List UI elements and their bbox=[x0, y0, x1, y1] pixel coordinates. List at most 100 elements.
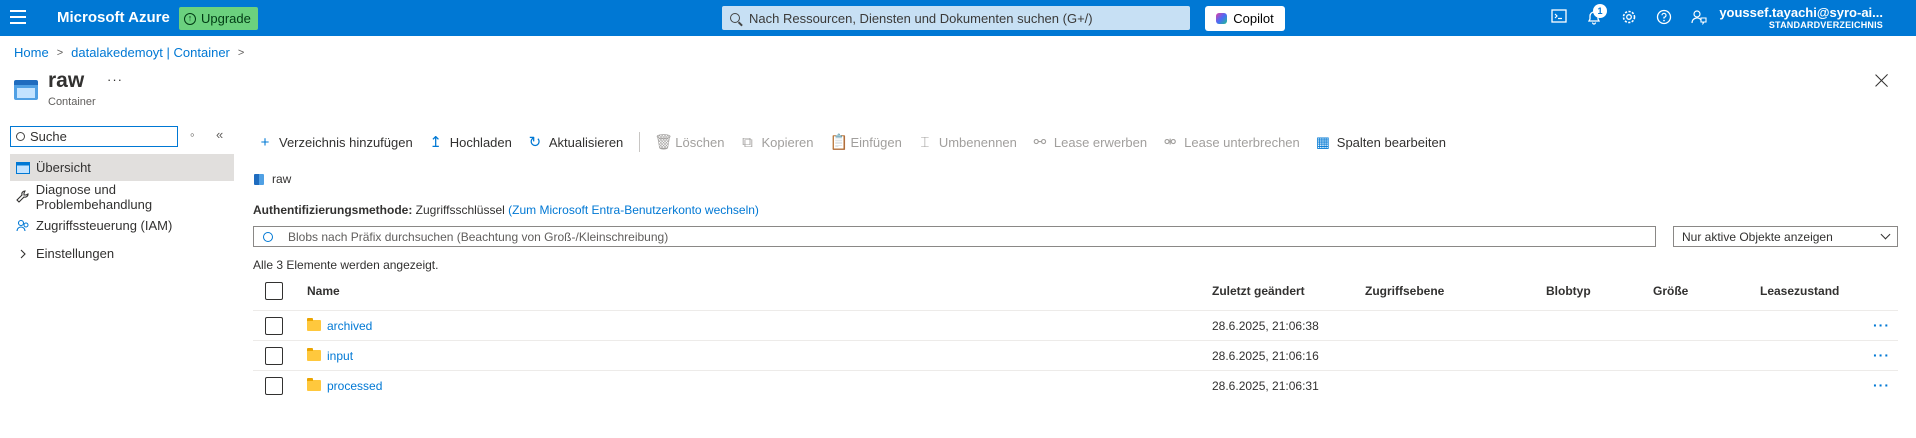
refresh-button[interactable]: ↻ Aktualisieren bbox=[528, 133, 624, 151]
folder-link[interactable]: archived bbox=[327, 319, 372, 333]
add-directory-label: Verzeichnis hinzufügen bbox=[279, 134, 413, 150]
container-path: raw bbox=[254, 172, 291, 186]
auth-method-value: Zugriffsschlüssel bbox=[415, 203, 505, 217]
sidebar-item-label: Diagnose und Problembehandlung bbox=[35, 181, 153, 212]
path-label[interactable]: raw bbox=[272, 172, 291, 186]
column-header-tier[interactable]: Zugriffsebene bbox=[1365, 284, 1444, 298]
plus-icon: + bbox=[260, 133, 270, 151]
active-objects-dropdown[interactable]: Nur aktive Objekte anzeigen bbox=[1673, 226, 1898, 247]
name-cell: archived bbox=[307, 318, 372, 333]
help-icon[interactable] bbox=[1655, 9, 1673, 27]
name-cell: input bbox=[307, 348, 353, 363]
auth-method: Authentifizierungsmethode: Zugriffsschlü… bbox=[253, 203, 759, 217]
toolbar-divider bbox=[639, 132, 641, 152]
modified-cell: 28.6.2025, 21:06:16 bbox=[1212, 348, 1319, 363]
column-header-modified[interactable]: Zuletzt geändert bbox=[1212, 284, 1305, 298]
cloud-shell-icon[interactable] bbox=[1550, 9, 1568, 27]
row-more-button[interactable]: ··· bbox=[1873, 347, 1890, 363]
break-lease-button[interactable]: ⚮ Lease unterbrechen bbox=[1163, 133, 1300, 151]
sidebar-item-label: Übersicht bbox=[36, 160, 91, 175]
upload-arrow-icon: ↥ bbox=[429, 134, 442, 151]
column-header-size[interactable]: Größe bbox=[1653, 284, 1688, 298]
columns-icon: ▦ bbox=[1315, 134, 1330, 151]
copilot-icon bbox=[1216, 13, 1228, 24]
sidebar-search-input[interactable] bbox=[30, 129, 170, 144]
edit-columns-button[interactable]: ▦ Spalten bearbeiten bbox=[1316, 133, 1446, 151]
paste-button[interactable]: 📋 Einfügen bbox=[830, 133, 902, 151]
add-directory-button[interactable]: + Verzeichnis hinzufügen bbox=[258, 134, 413, 151]
collapse-sidebar-icon[interactable]: « bbox=[216, 127, 223, 142]
name-cell: processed bbox=[307, 378, 382, 393]
chevron-right-icon bbox=[10, 249, 36, 259]
paste-label: Einfügen bbox=[850, 134, 902, 150]
page-title: raw bbox=[48, 69, 85, 92]
table-row[interactable]: archived 28.6.2025, 21:06:38 ··· bbox=[253, 310, 1898, 340]
upgrade-button[interactable]: ↑ Upgrade bbox=[179, 7, 258, 30]
row-checkbox[interactable] bbox=[265, 376, 283, 395]
modified-cell: 28.6.2025, 21:06:31 bbox=[1212, 378, 1319, 393]
break-lease-label: Lease unterbrechen bbox=[1184, 134, 1300, 150]
gear-icon[interactable] bbox=[1620, 9, 1638, 27]
search-icon bbox=[263, 231, 273, 242]
sidebar-search[interactable] bbox=[10, 126, 178, 147]
switch-auth-link[interactable]: (Zum Microsoft Entra-Benutzerkonto wechs… bbox=[508, 203, 759, 217]
close-icon[interactable] bbox=[1873, 72, 1891, 90]
wrench-icon bbox=[10, 190, 36, 203]
search-icon bbox=[16, 132, 25, 141]
hamburger-menu-icon[interactable] bbox=[10, 10, 26, 24]
overview-icon bbox=[10, 161, 36, 174]
chevron-down-icon bbox=[1880, 229, 1891, 240]
column-header-lease[interactable]: Leasezustand bbox=[1760, 284, 1839, 298]
table-row[interactable]: input 28.6.2025, 21:06:16 ··· bbox=[253, 340, 1898, 370]
trash-icon: 🗑 bbox=[654, 134, 674, 151]
row-checkbox[interactable] bbox=[265, 316, 283, 335]
sidebar-item-iam[interactable]: Zugriffssteuerung (IAM) bbox=[10, 212, 234, 239]
folder-link[interactable]: input bbox=[327, 349, 353, 363]
upload-label: Hochladen bbox=[449, 134, 512, 150]
delete-label: Löschen bbox=[675, 134, 725, 150]
search-icon bbox=[730, 13, 740, 23]
user-name: youssef.tayachi@syro-ai... bbox=[1719, 5, 1883, 20]
table-row[interactable]: processed 28.6.2025, 21:06:31 ··· bbox=[253, 370, 1898, 400]
upgrade-label: Upgrade bbox=[201, 11, 251, 26]
sidebar-item-label: Einstellungen bbox=[36, 246, 115, 261]
brand-title[interactable]: Microsoft Azure bbox=[57, 9, 170, 26]
container-small-icon bbox=[254, 173, 264, 185]
breadcrumb-home[interactable]: Home bbox=[14, 45, 49, 60]
rename-button[interactable]: ⌶ Umbenennen bbox=[918, 134, 1017, 151]
broken-link-icon: ⚮ bbox=[1163, 134, 1177, 151]
folder-link[interactable]: processed bbox=[327, 379, 382, 393]
auth-method-label: Authentifizierungsmethode: bbox=[253, 203, 413, 217]
user-directory: STANDARDVERZEICHNIS bbox=[1768, 20, 1883, 30]
page-subtitle: Container bbox=[48, 96, 96, 108]
sidebar-item-settings[interactable]: Einstellungen bbox=[10, 240, 234, 267]
top-bar: Microsoft Azure ↑ Upgrade Nach Ressource… bbox=[0, 0, 1916, 36]
sidebar-item-overview[interactable]: Übersicht bbox=[10, 154, 234, 181]
acquire-lease-button[interactable]: ⚯ Lease erwerben bbox=[1033, 133, 1148, 151]
breadcrumb-chevron-icon: > bbox=[56, 46, 64, 59]
global-search-placeholder: Nach Ressourcen, Diensten und Dokumenten… bbox=[749, 10, 1093, 26]
more-actions-button[interactable]: ··· bbox=[107, 72, 123, 87]
column-header-name[interactable]: Name bbox=[307, 284, 340, 298]
upload-button[interactable]: ↥ Hochladen bbox=[429, 133, 512, 151]
sidebar-item-diagnose[interactable]: Diagnose und Problembehandlung bbox=[10, 181, 234, 212]
link-icon: ⚯ bbox=[1033, 134, 1047, 151]
column-header-blobtype[interactable]: Blobtyp bbox=[1546, 284, 1591, 298]
row-more-button[interactable]: ··· bbox=[1873, 377, 1890, 393]
folder-icon bbox=[307, 378, 321, 391]
delete-button[interactable]: 🗑 Löschen bbox=[654, 133, 724, 151]
rename-label: Umbenennen bbox=[938, 134, 1017, 150]
row-checkbox[interactable] bbox=[265, 346, 283, 365]
feedback-icon[interactable] bbox=[1690, 9, 1708, 27]
row-more-button[interactable]: ··· bbox=[1873, 317, 1890, 333]
account-menu[interactable]: youssef.tayachi@syro-ai... STANDARDVERZE… bbox=[1719, 5, 1883, 31]
acquire-lease-label: Lease erwerben bbox=[1053, 134, 1148, 150]
global-search-input[interactable]: Nach Ressourcen, Diensten und Dokumenten… bbox=[722, 6, 1190, 30]
sidebar-options-icon[interactable]: ◦ bbox=[190, 127, 195, 142]
edit-columns-label: Spalten bearbeiten bbox=[1336, 134, 1446, 150]
blob-prefix-search-input[interactable]: Blobs nach Präfix durchsuchen (Beachtung… bbox=[253, 226, 1656, 247]
copilot-button[interactable]: Copilot bbox=[1205, 6, 1285, 31]
select-all-checkbox[interactable] bbox=[265, 282, 283, 300]
copy-button[interactable]: ⧉ Kopieren bbox=[740, 134, 813, 151]
breadcrumb-storage-account[interactable]: datalakedemoyt | Container bbox=[71, 45, 230, 60]
